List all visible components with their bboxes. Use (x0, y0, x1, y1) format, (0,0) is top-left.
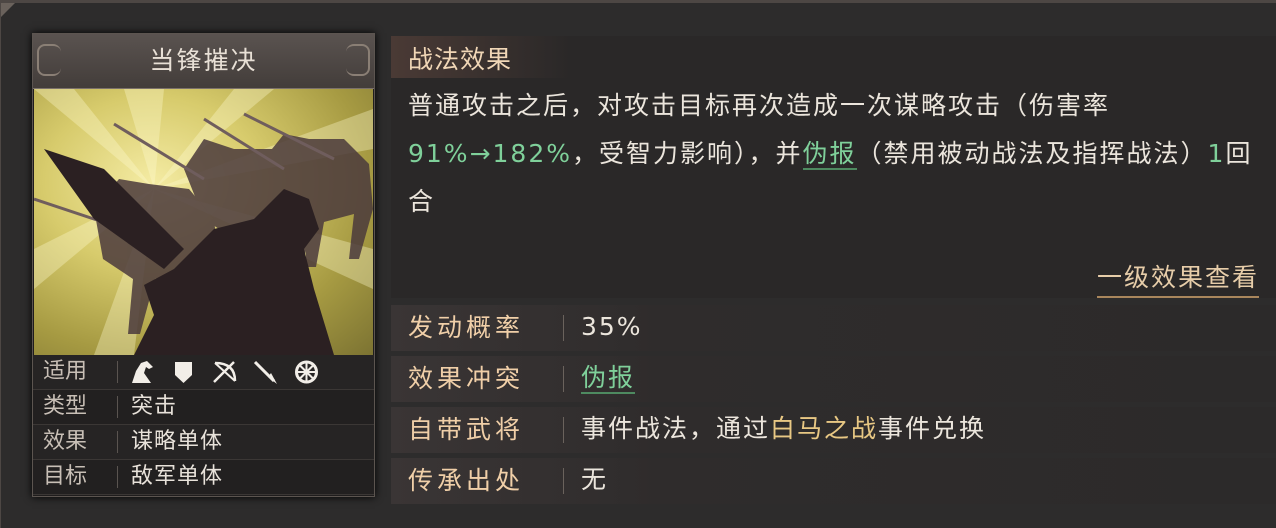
desc-text: （禁用被动战法及指挥战法） (856, 139, 1208, 168)
status-link-false-report[interactable]: 伪报 (802, 139, 857, 170)
conflict-status-link[interactable]: 伪报 (581, 363, 636, 394)
chariot-icon (293, 359, 320, 385)
info-label: 自带武将 (408, 415, 525, 444)
attr-value: 敌军单体 (131, 464, 224, 489)
info-row-inheritance: 传承出处 无 (391, 458, 1276, 504)
attr-label: 适用 (43, 359, 88, 384)
archer-icon (211, 359, 238, 385)
skill-detail-window: 当锋摧决 适用 类型 突击 效果 谋略单体 目标 敌军单体 战法效果 普通攻击之… (0, 0, 1276, 528)
effects-title: 战法效果 (408, 45, 513, 74)
card-attributes: 适用 类型 突击 效果 谋略单体 目标 敌军单体 (33, 355, 374, 495)
shield-icon (170, 359, 197, 385)
info-label: 效果冲突 (408, 364, 525, 393)
cavalry-icon (129, 359, 156, 385)
divider (117, 431, 118, 453)
attr-value: 谋略单体 (131, 429, 224, 454)
general-prefix: 事件战法，通过 (581, 414, 771, 443)
info-row-trigger-rate: 发动概率 35% (391, 305, 1276, 351)
skill-artwork (34, 89, 373, 355)
info-row-effect-conflict: 效果冲突 伪报 (391, 356, 1276, 402)
skill-info-rows: 发动概率 35% 效果冲突 伪报 自带武将 事件战法，通过白马之战事件兑换 传承… (391, 305, 1276, 509)
card-title-bar: 当锋摧决 (33, 34, 374, 89)
info-label: 发动概率 (408, 313, 525, 342)
skill-card: 当锋摧决 适用 类型 突击 效果 谋略单体 目标 敌军单体 (32, 33, 375, 497)
general-suffix: 事件兑换 (878, 414, 987, 443)
attr-label: 目标 (43, 464, 88, 489)
attr-row-target: 目标 敌军单体 (33, 460, 374, 495)
desc-text: 普通攻击之后，对攻击目标再次造成一次谋略攻击（伤害率 (408, 91, 1111, 120)
attr-label: 类型 (43, 394, 88, 419)
divider (117, 466, 118, 488)
divider (563, 315, 564, 341)
divider (563, 417, 564, 443)
event-name: 白马之战 (770, 414, 879, 443)
view-level-one-effect-button[interactable]: 一级效果查看 (1096, 258, 1259, 298)
divider (117, 361, 118, 383)
attr-row-type: 类型 突击 (33, 390, 374, 425)
desc-text: ，受智力影响），并 (572, 139, 803, 168)
divider (117, 396, 118, 418)
divider (563, 366, 564, 392)
info-row-general: 自带武将 事件战法，通过白马之战事件兑换 (391, 407, 1276, 453)
info-label: 传承出处 (408, 466, 525, 495)
spear-icon (252, 359, 279, 385)
attr-row-applicable: 适用 (33, 355, 374, 390)
inherit-value: 无 (581, 465, 609, 494)
info-value: 事件战法，通过白马之战事件兑换 (581, 407, 986, 451)
window-corner-ornament (1, 3, 15, 17)
trigger-rate-value: 35% (581, 312, 643, 341)
troop-type-icons (129, 359, 320, 385)
skill-effects-panel: 战法效果 普通攻击之后，对攻击目标再次造成一次谋略攻击（伤害率 91%→182%，… (391, 36, 1276, 298)
attr-value: 突击 (131, 394, 178, 419)
divider (563, 468, 564, 494)
effects-description: 普通攻击之后，对攻击目标再次造成一次谋略攻击（伤害率 91%→182%，受智力影响… (408, 82, 1266, 226)
damage-rate: 91%→182% (408, 139, 572, 168)
attr-label: 效果 (43, 429, 88, 454)
round-count: 1 (1207, 139, 1226, 168)
info-value: 伪报 (581, 356, 636, 400)
attr-row-effect: 效果 谋略单体 (33, 425, 374, 460)
skill-name: 当锋摧决 (149, 46, 258, 75)
